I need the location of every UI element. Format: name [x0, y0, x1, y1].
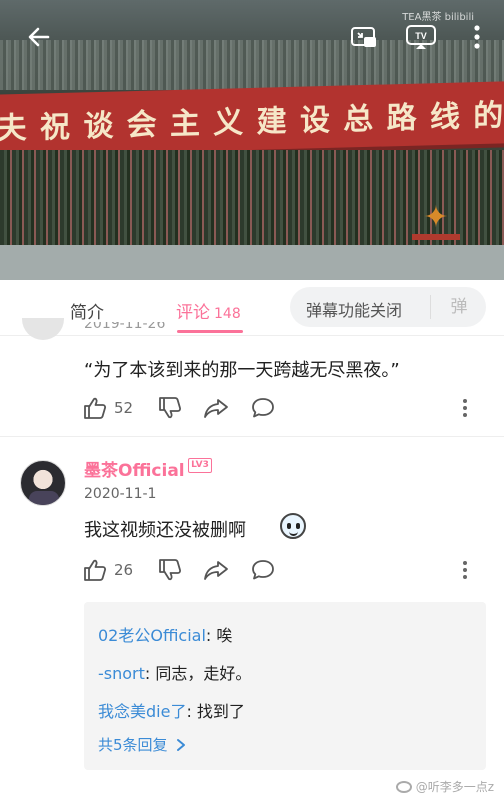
tab-comments-label: 评论	[176, 303, 210, 323]
tab-bar: 简介 评论 148 弹幕功能关闭 弹	[0, 280, 504, 336]
comment-divider	[0, 436, 504, 437]
comment-date: 2020-11-1	[84, 486, 157, 502]
replies-preview[interactable]: 02老公Official: 唉 -snort: 同志，走好。 我念美die了: …	[84, 602, 486, 770]
video-player[interactable]: 夫 祝 谈 会 主 义 建 设 总 路 线 的 ✦ TEA黑茶 bilibili…	[0, 0, 504, 280]
reply-text: : 找到了	[186, 702, 245, 721]
thumbs-up-icon	[84, 397, 107, 419]
back-button[interactable]	[20, 18, 58, 56]
emoji-icon	[280, 513, 306, 539]
comment-actions: 52	[82, 394, 482, 422]
channel-logo-icon: ✦	[408, 196, 464, 240]
thumbs-up-icon	[84, 559, 107, 581]
comment-bubble-icon	[252, 398, 274, 418]
thumbs-down-icon	[159, 559, 182, 581]
reply-button[interactable]	[250, 556, 276, 584]
comment-username[interactable]: 墨茶Official	[84, 456, 185, 481]
reply-username[interactable]: 02老公Official	[98, 626, 206, 645]
more-vertical-icon	[463, 561, 467, 579]
like-count: 52	[114, 399, 134, 417]
reply-item[interactable]: 02老公Official: 唉	[98, 622, 232, 646]
tab-comments[interactable]: 评论 148	[176, 298, 241, 323]
picture-in-picture-button[interactable]	[344, 18, 382, 56]
reply-button[interactable]	[250, 394, 276, 422]
tv-icon: TV	[406, 25, 436, 49]
comment-more-button[interactable]	[462, 556, 468, 584]
svg-text:TV: TV	[415, 31, 427, 41]
dislike-button[interactable]	[157, 394, 183, 422]
reply-text: : 唉	[205, 626, 233, 645]
dislike-button[interactable]	[157, 556, 183, 584]
tab-comments-count: 148	[214, 306, 241, 322]
danmaku-toggle-button[interactable]: 弹	[442, 291, 476, 323]
video-frame-ground	[0, 245, 504, 280]
thumbs-down-icon	[159, 397, 182, 419]
danmaku-input[interactable]: 弹幕功能关闭 弹	[290, 287, 486, 327]
comment-text: “为了本该到来的那一天跨越无尽黑夜。”	[84, 360, 400, 381]
share-button[interactable]	[202, 394, 230, 422]
view-all-replies-link[interactable]: 共5条回复	[98, 734, 186, 755]
comment-more-button[interactable]	[462, 394, 468, 422]
reply-username[interactable]: 我念美die了	[98, 702, 186, 721]
comment-actions: 26	[82, 556, 482, 584]
comment-text: 我这视频还没被删啊	[84, 520, 246, 541]
reply-item[interactable]: -snort: 同志，走好。	[98, 660, 251, 684]
like-button[interactable]	[82, 394, 108, 422]
danmaku-status-label: 弹幕功能关闭	[306, 301, 403, 320]
video-frame-banner: 夫 祝 谈 会 主 义 建 设 总 路 线 的	[0, 81, 504, 157]
share-icon	[204, 561, 228, 580]
reply-text: : 同志，走好。	[144, 664, 252, 683]
active-tab-indicator	[177, 330, 243, 333]
like-count: 26	[114, 561, 134, 579]
comment-date: 2019-11-26	[84, 322, 166, 332]
cast-to-tv-button[interactable]: TV	[402, 18, 440, 56]
watermark-text: @听李多一点z	[415, 780, 494, 794]
tab-intro[interactable]: 简介	[70, 298, 104, 323]
share-button[interactable]	[202, 556, 230, 584]
weibo-icon	[395, 780, 412, 793]
danmaku-off-icon: 弹	[450, 297, 468, 317]
pip-icon	[351, 27, 376, 47]
user-level-badge: LV3	[188, 458, 212, 473]
reply-item[interactable]: 我念美die了: 找到了	[98, 698, 245, 722]
view-all-replies-label: 共5条回复	[98, 736, 168, 754]
more-vertical-icon	[474, 25, 480, 49]
reply-username[interactable]: -snort	[98, 664, 145, 683]
comment-bubble-icon	[252, 560, 274, 580]
arrow-left-icon	[28, 27, 50, 47]
avatar[interactable]	[20, 460, 66, 506]
video-more-button[interactable]	[458, 18, 496, 56]
weibo-watermark: @听李多一点z	[395, 778, 494, 795]
share-icon	[204, 399, 228, 418]
more-vertical-icon	[463, 399, 467, 417]
danmaku-divider	[430, 295, 431, 319]
chevron-right-icon	[176, 738, 185, 751]
avatar[interactable]	[22, 318, 64, 340]
like-button[interactable]	[82, 556, 108, 584]
